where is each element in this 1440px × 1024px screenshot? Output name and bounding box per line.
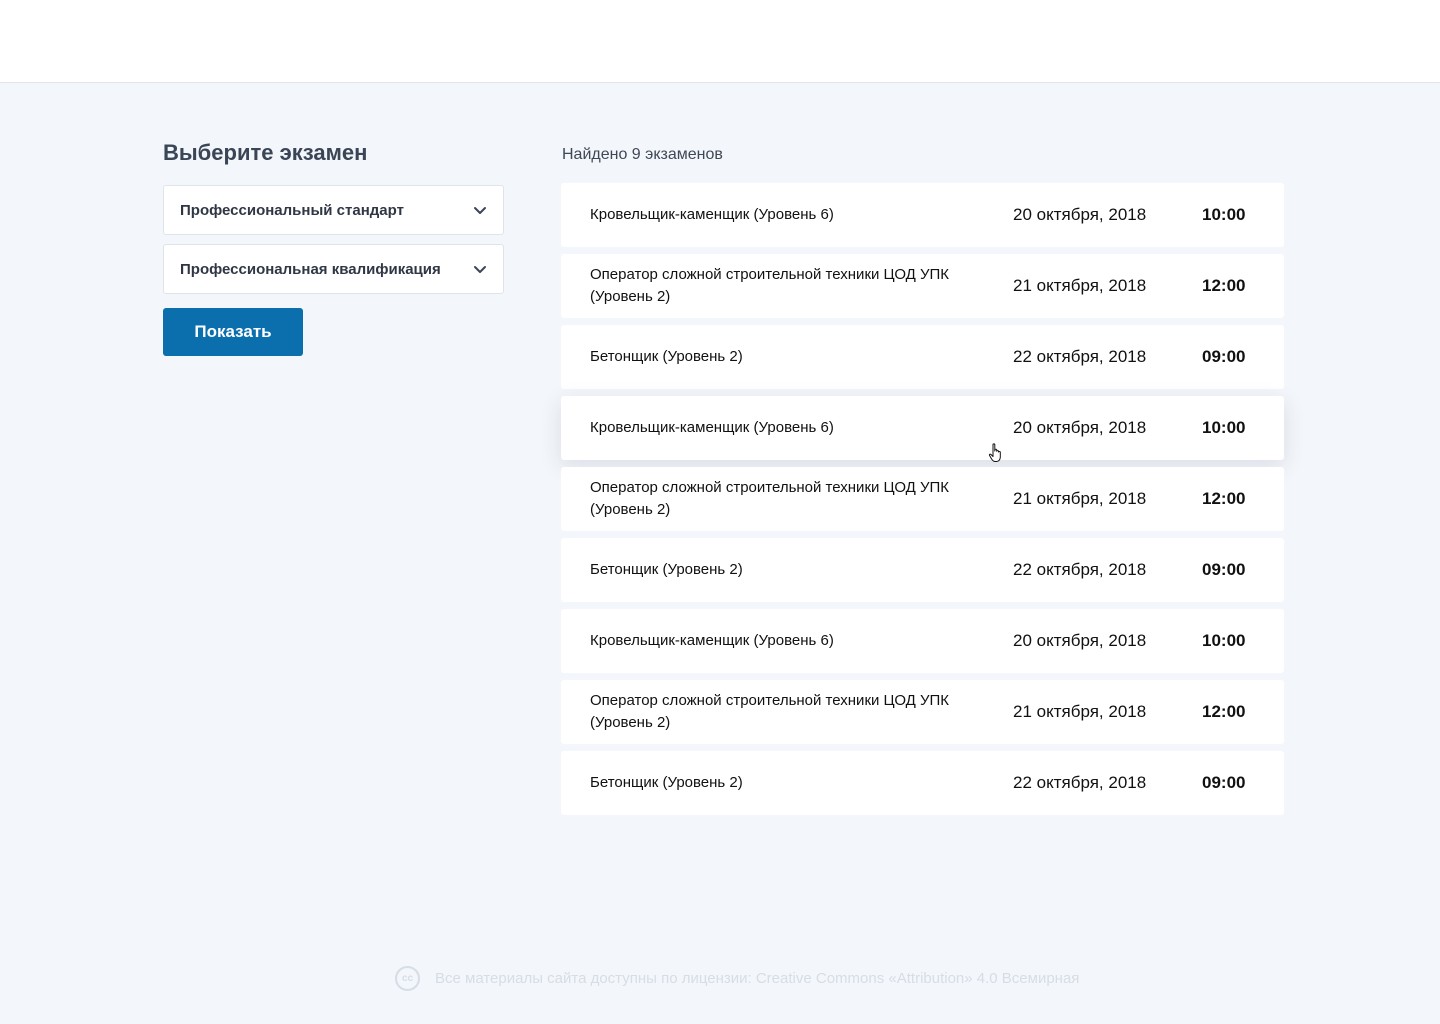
exam-row[interactable]: Оператор сложной строительной техники ЦО… [561, 680, 1284, 744]
exam-row[interactable]: Бетонщик (Уровень 2) 22 октября, 2018 09… [561, 538, 1284, 602]
exam-date: 20 октября, 2018 [1013, 418, 1147, 437]
exam-time: 10:00 [1202, 418, 1246, 437]
creative-commons-icon: cc [395, 966, 420, 991]
exam-time: 12:00 [1202, 489, 1246, 508]
exam-name: Бетонщик (Уровень 2) [590, 561, 743, 578]
exam-date: 22 октября, 2018 [1013, 560, 1147, 579]
exam-row[interactable]: Бетонщик (Уровень 2) 22 октября, 2018 09… [561, 751, 1284, 815]
hand-cursor-icon [988, 443, 1004, 463]
chevron-down-icon [473, 203, 487, 217]
exam-name: Бетонщик (Уровень 2) [590, 774, 743, 791]
professional-qualification-label: Профессиональная квалификация [180, 260, 441, 278]
exam-date: 22 октября, 2018 [1013, 773, 1147, 792]
exam-time: 09:00 [1202, 347, 1246, 366]
exam-time: 09:00 [1202, 560, 1246, 579]
footer-license: cc Все материалы сайта доступны по лицен… [395, 966, 1079, 991]
exam-row[interactable]: Кровельщик-каменщик (Уровень 6) 20 октяб… [561, 609, 1284, 673]
results-count: Найдено 9 экзаменов [562, 146, 723, 163]
exam-time: 12:00 [1202, 276, 1246, 295]
exam-date: 21 октября, 2018 [1013, 276, 1147, 295]
exam-name: Оператор сложной строительной техники ЦО… [590, 266, 950, 305]
professional-standard-select[interactable]: Профессиональный стандарт [163, 185, 504, 235]
show-button[interactable]: Показать [163, 308, 303, 356]
exam-row[interactable]: Оператор сложной строительной техники ЦО… [561, 467, 1284, 531]
filter-title: Выберите экзамен [163, 140, 368, 165]
exam-filter-panel: Выберите экзамен Профессиональный станда… [163, 139, 504, 356]
exam-name: Оператор сложной строительной техники ЦО… [590, 479, 950, 518]
exam-date: 21 октября, 2018 [1013, 489, 1147, 508]
exam-date: 20 октября, 2018 [1013, 631, 1147, 650]
exam-time: 10:00 [1202, 205, 1246, 224]
exam-time: 12:00 [1202, 702, 1246, 721]
exam-date: 20 октября, 2018 [1013, 205, 1147, 224]
chevron-down-icon [473, 262, 487, 276]
exam-date: 21 октября, 2018 [1013, 702, 1147, 721]
exam-name: Бетонщик (Уровень 2) [590, 348, 743, 365]
exam-row[interactable]: Оператор сложной строительной техники ЦО… [561, 254, 1284, 318]
license-text: Все материалы сайта доступны по лицензии… [435, 970, 1080, 987]
professional-qualification-select[interactable]: Профессиональная квалификация [163, 244, 504, 294]
exam-row[interactable]: Бетонщик (Уровень 2) 22 октября, 2018 09… [561, 325, 1284, 389]
exam-name: Кровельщик-каменщик (Уровень 6) [590, 632, 834, 649]
exam-time: 10:00 [1202, 631, 1246, 650]
exam-row[interactable]: Кровельщик-каменщик (Уровень 6) 20 октяб… [561, 183, 1284, 247]
exam-name: Оператор сложной строительной техники ЦО… [590, 692, 950, 731]
exam-results: Найдено 9 экзаменов Кровельщик-каменщик … [561, 142, 1284, 822]
top-header [0, 0, 1440, 83]
exam-date: 22 октября, 2018 [1013, 347, 1147, 366]
exam-name: Кровельщик-каменщик (Уровень 6) [590, 419, 834, 436]
professional-standard-label: Профессиональный стандарт [180, 201, 404, 219]
exam-list: Кровельщик-каменщик (Уровень 6) 20 октяб… [561, 183, 1284, 815]
exam-row-hovered[interactable]: Кровельщик-каменщик (Уровень 6) 20 октяб… [561, 396, 1284, 460]
exam-time: 09:00 [1202, 773, 1246, 792]
exam-name: Кровельщик-каменщик (Уровень 6) [590, 206, 834, 223]
